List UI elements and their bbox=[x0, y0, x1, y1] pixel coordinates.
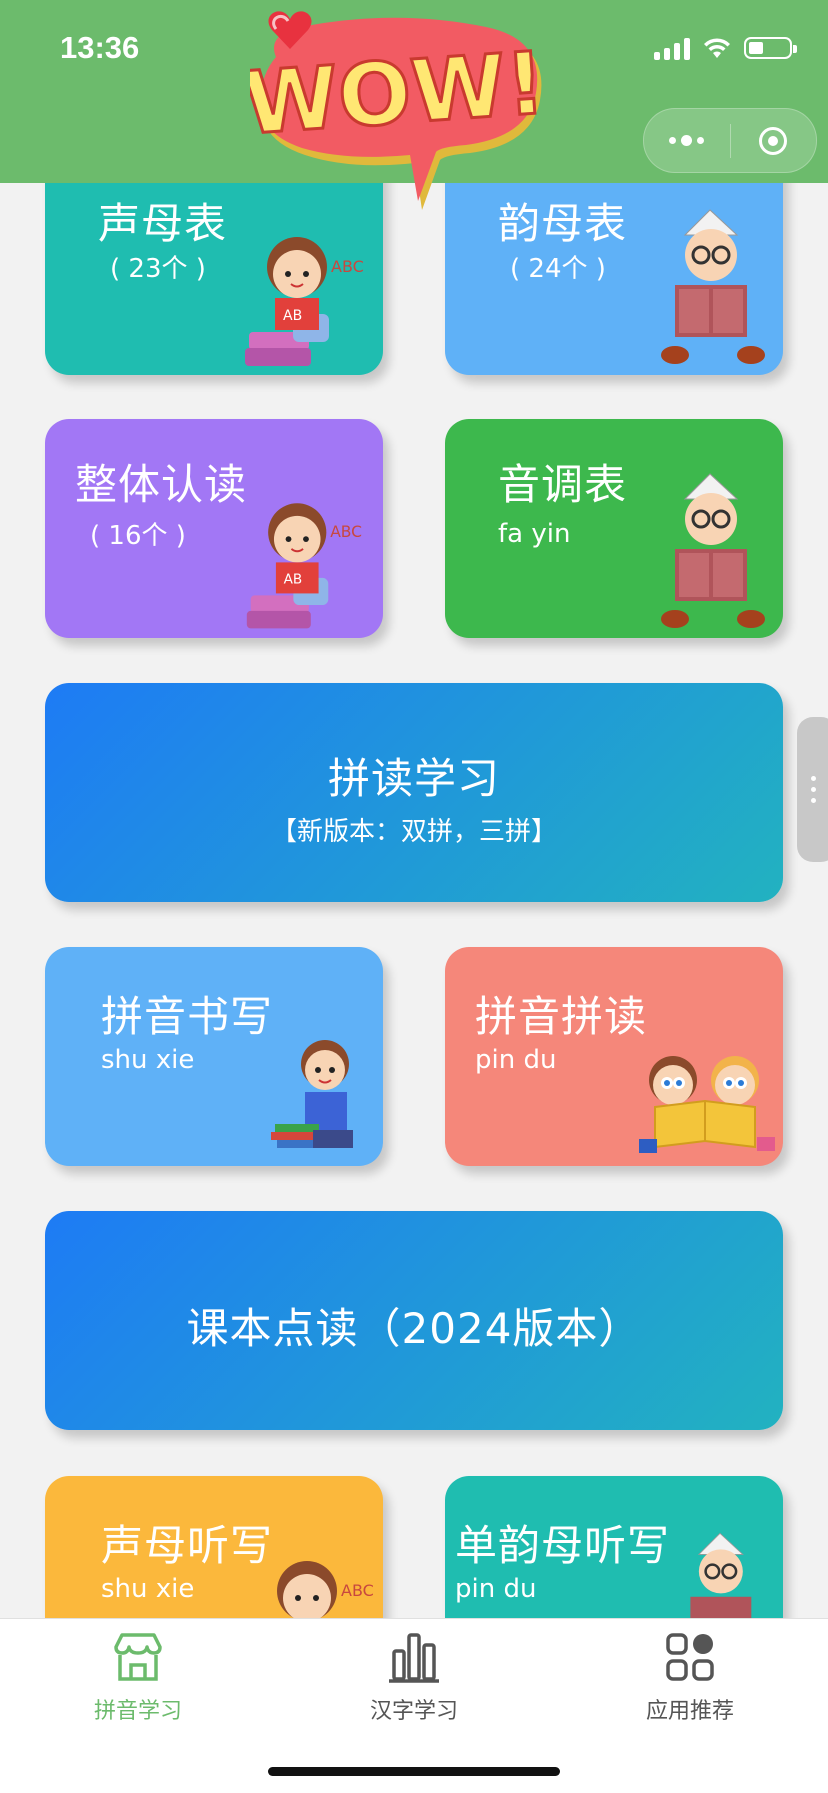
apps-grid-icon bbox=[666, 1633, 714, 1681]
svg-text:ABC: ABC bbox=[341, 1581, 374, 1600]
card-yindiao-table[interactable]: 音调表 fa yin bbox=[445, 419, 783, 638]
more-dots-icon bbox=[669, 135, 705, 146]
status-icons bbox=[654, 36, 797, 60]
card-subtitle: shu xie bbox=[101, 1574, 195, 1604]
card-subtitle: ( 24个 ) bbox=[510, 254, 606, 284]
svg-text:ABC: ABC bbox=[331, 257, 364, 276]
more-menu-button[interactable] bbox=[644, 109, 730, 172]
tab-app-recommend[interactable]: 应用推荐 bbox=[590, 1619, 790, 1739]
card-pindu-study[interactable]: 拼读学习 【新版本：双拼，三拼】 bbox=[45, 683, 783, 902]
battery-icon bbox=[744, 37, 797, 59]
card-subtitle: fa yin bbox=[498, 519, 571, 549]
kids-reading-illustration bbox=[639, 1056, 775, 1153]
card-title: 拼读学习 bbox=[327, 754, 500, 803]
card-subtitle: pin du bbox=[455, 1574, 537, 1604]
card-subtitle: pin du bbox=[475, 1045, 557, 1075]
side-drawer-handle[interactable] bbox=[797, 717, 828, 862]
card-subtitle: ( 23个 ) bbox=[110, 254, 206, 284]
wow-banner-text: WOW! bbox=[250, 34, 548, 155]
card-subtitle: 【新版本：双拼，三拼】 bbox=[270, 817, 557, 847]
wifi-icon bbox=[704, 38, 730, 58]
svg-text:AB: AB bbox=[283, 308, 302, 324]
card-pinyin-shuxie[interactable]: 拼音书写 shu xie bbox=[45, 947, 383, 1166]
girl-reading-illustration: AB ABC bbox=[245, 237, 364, 366]
card-pinyin-pindu[interactable]: 拼音拼读 pin du bbox=[445, 947, 783, 1166]
close-program-button[interactable] bbox=[731, 109, 817, 172]
target-circle-icon bbox=[759, 126, 788, 155]
tab-hanzi-study[interactable]: 汉字学习 bbox=[314, 1619, 514, 1739]
svg-text:AB: AB bbox=[284, 572, 303, 588]
wow-sticker: WOW! bbox=[250, 11, 550, 210]
tab-label: 拼音学习 bbox=[93, 1699, 182, 1724]
card-title: 拼音拼读 bbox=[475, 992, 648, 1041]
bottom-tab-bar: 拼音学习 汉字学习 应用推荐 bbox=[0, 1618, 828, 1793]
tab-label: 汉字学习 bbox=[369, 1699, 458, 1724]
capsule-menu bbox=[643, 108, 817, 173]
card-title: 课本点读（2024版本） bbox=[186, 1304, 642, 1353]
shop-house-icon bbox=[114, 1633, 162, 1681]
svg-text:ABC: ABC bbox=[330, 523, 362, 541]
card-textbook-reading[interactable]: 课本点读（2024版本） bbox=[45, 1211, 783, 1430]
status-time: 13:36 bbox=[60, 30, 140, 65]
tab-label: 应用推荐 bbox=[645, 1699, 734, 1724]
girl-reading-illustration: AB ABC bbox=[246, 503, 362, 629]
card-title: 单韵母听写 bbox=[455, 1521, 671, 1570]
signal-icon bbox=[654, 36, 690, 60]
boy-with-books-illustration bbox=[271, 1040, 353, 1148]
card-subtitle: shu xie bbox=[101, 1045, 195, 1075]
card-zhengti-rendu[interactable]: 整体认读 ( 16个 ) AB ABC bbox=[45, 419, 383, 638]
boy-reading-illustration bbox=[661, 473, 765, 628]
card-title: 音调表 bbox=[498, 460, 628, 509]
bar-chart-icon bbox=[389, 1633, 439, 1683]
home-indicator bbox=[268, 1767, 560, 1776]
card-subtitle: ( 16个 ) bbox=[90, 521, 186, 551]
card-title: 整体认读 bbox=[75, 460, 248, 509]
tab-pinyin-study[interactable]: 拼音学习 bbox=[38, 1619, 238, 1739]
card-title: 声母表 bbox=[98, 199, 228, 248]
card-title: 拼音书写 bbox=[101, 992, 274, 1041]
boy-reading-illustration bbox=[661, 209, 765, 364]
